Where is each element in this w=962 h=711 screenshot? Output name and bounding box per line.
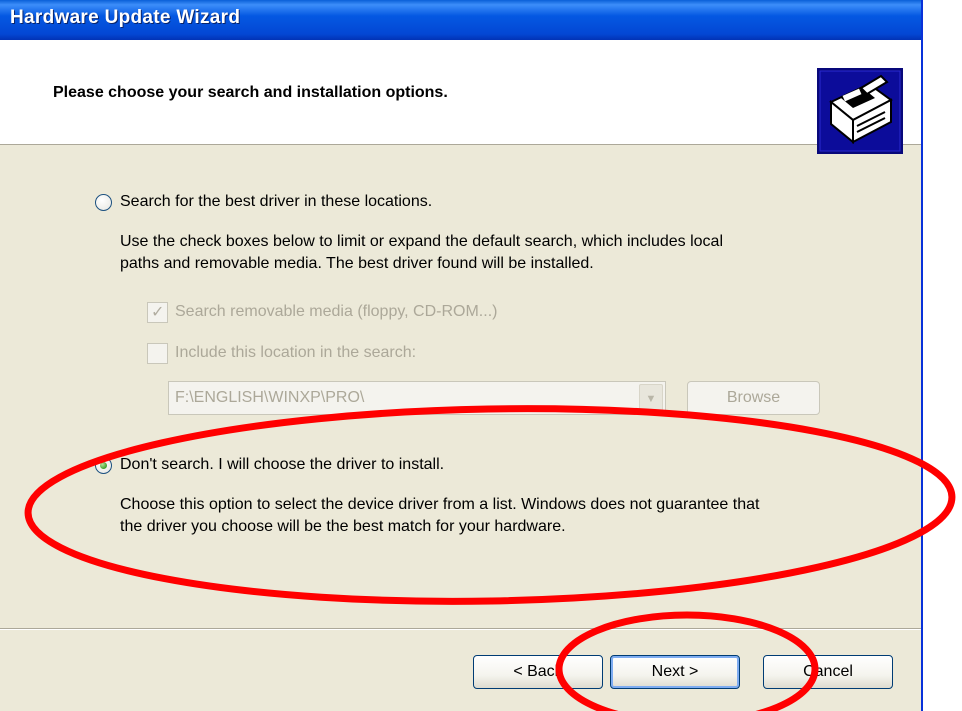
next-button[interactable]: Next >: [610, 655, 740, 689]
dont-search-option-label[interactable]: Don't search. I will choose the driver t…: [120, 456, 444, 474]
checkmark-icon: ✓: [151, 302, 165, 321]
hardware-install-icon: [817, 68, 903, 154]
dont-search-desc-line2: the driver you choose will be the best m…: [120, 518, 566, 535]
dont-search-option-radio[interactable]: [95, 457, 112, 474]
location-value: F:\ENGLISH\WINXP\PRO\: [175, 389, 365, 406]
wizard-header: Please choose your search and installati…: [0, 40, 921, 154]
title-bar[interactable]: Hardware Update Wizard: [0, 0, 921, 40]
wizard-window: Hardware Update Wizard Please choose you…: [0, 0, 923, 711]
location-combobox[interactable]: F:\ENGLISH\WINXP\PRO\ ▼: [168, 381, 666, 415]
dont-search-desc-line1: Choose this option to select the device …: [120, 496, 760, 513]
chevron-down-icon[interactable]: ▼: [639, 384, 663, 412]
removable-media-label: Search removable media (floppy, CD-ROM..…: [175, 303, 498, 320]
browse-button[interactable]: Browse: [687, 381, 820, 415]
search-option-desc-line2: paths and removable media. The best driv…: [120, 255, 594, 272]
include-location-label: Include this location in the search:: [175, 344, 417, 361]
search-option-desc-line1: Use the check boxes below to limit or ex…: [120, 233, 723, 250]
dont-search-option-description: Choose this option to select the device …: [120, 494, 759, 538]
back-button[interactable]: < Back: [473, 655, 603, 689]
search-option-label[interactable]: Search for the best driver in these loca…: [120, 193, 432, 211]
search-option-radio[interactable]: [95, 194, 112, 211]
removable-media-checkbox[interactable]: ✓: [147, 302, 168, 323]
page-title: Please choose your search and installati…: [53, 84, 448, 101]
window-title: Hardware Update Wizard: [10, 7, 241, 28]
cancel-button[interactable]: Cancel: [763, 655, 893, 689]
footer-separator: [0, 628, 921, 630]
search-option-description: Use the check boxes below to limit or ex…: [120, 231, 723, 275]
include-location-checkbox[interactable]: [147, 343, 168, 364]
